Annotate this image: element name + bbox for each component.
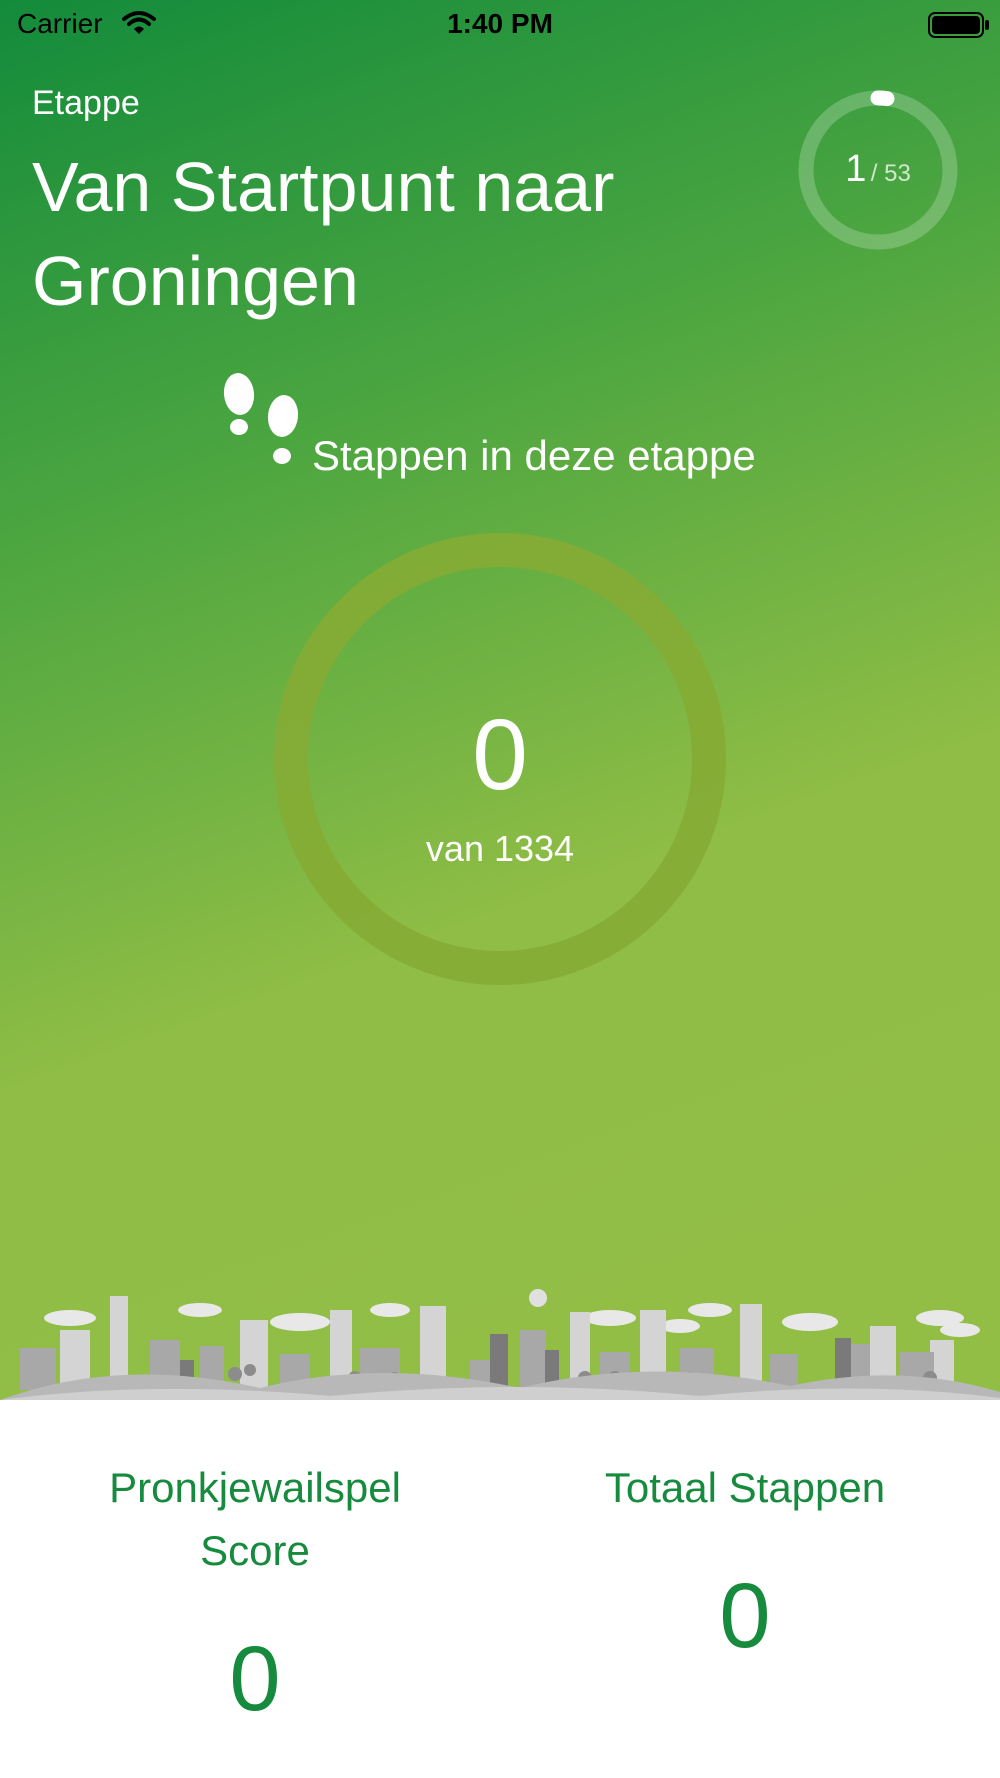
stage-current: 1 — [845, 148, 867, 190]
total-steps-value: 0 — [719, 1565, 771, 1667]
total-steps-stat: Totaal Stappen 0 — [495, 1456, 995, 1671]
steps-goal: van 1334 — [425, 828, 575, 869]
status-bar: Carrier 1:40 PM — [0, 0, 1000, 50]
stage-hero: Carrier 1:40 PM Etappe Van Startpunt naa… — [0, 0, 1000, 1400]
steps-count: 0 — [472, 699, 528, 811]
footsteps-icon — [223, 373, 299, 464]
battery-icon — [928, 12, 989, 38]
total-steps-label: Totaal Stappen — [604, 1464, 886, 1511]
etappe-title: Van Startpunt naar Groningen — [32, 148, 615, 320]
status-time: 1:40 PM — [447, 8, 553, 39]
skyline-illustration — [0, 1289, 1000, 1400]
score-value: 0 — [229, 1628, 281, 1730]
stage-counter: 1 / 53 — [797, 148, 959, 191]
etappe-label: Etappe — [32, 84, 140, 122]
screen: Carrier 1:40 PM Etappe Van Startpunt naa… — [0, 0, 1000, 1778]
stage-total: / 53 — [870, 160, 911, 187]
steps-heading: Stappen in deze etappe — [312, 432, 756, 479]
stats-panel: Pronkjewailspel Score 0 Totaal Stappen 0 — [0, 1400, 1000, 1778]
score-label: Pronkjewailspel Score — [109, 1464, 401, 1574]
score-stat: Pronkjewailspel Score 0 — [5, 1456, 505, 1734]
